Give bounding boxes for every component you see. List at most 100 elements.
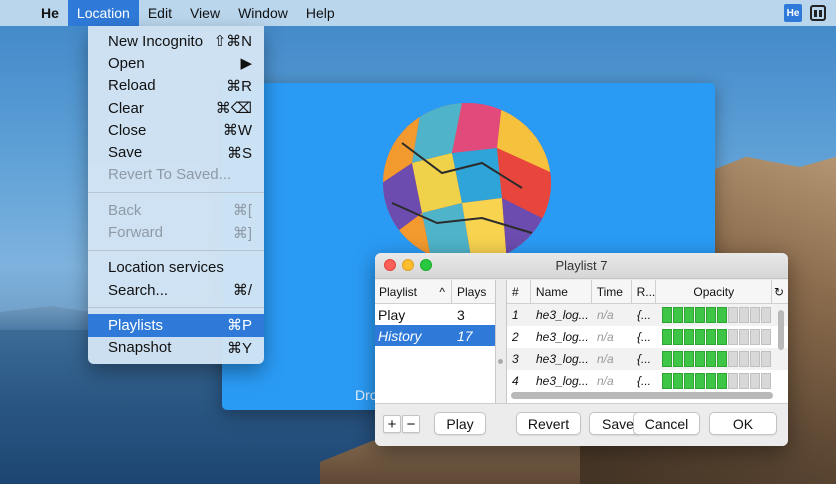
- menu-item-label: Forward: [108, 224, 164, 242]
- location-menu: New Incognito ⇧⌘N Open ▶ Reload ⌘R Clear…: [88, 26, 264, 364]
- opacity-segment: [706, 329, 716, 345]
- revert-button[interactable]: Revert: [516, 412, 581, 435]
- item-row[interactable]: 3 he3_log... n/a {...: [507, 348, 788, 370]
- menu-item-back: Back ⌘[: [88, 199, 264, 221]
- item-time: n/a: [597, 308, 614, 322]
- playlist-row[interactable]: History 17: [375, 325, 495, 346]
- item-r: {...: [637, 330, 652, 344]
- item-row[interactable]: 2 he3_log... n/a {...: [507, 326, 788, 348]
- menu-item-search[interactable]: Search... ⌘/: [88, 279, 264, 301]
- menu-location[interactable]: Location: [67, 0, 139, 26]
- opacity-segment: [750, 351, 760, 367]
- menu-item-revert-to-saved: Revert To Saved...: [88, 164, 264, 186]
- playlist-plays: 3: [457, 306, 465, 323]
- opacity-segment: [717, 351, 727, 367]
- menu-item-label: Save: [108, 144, 143, 162]
- menu-item-forward: Forward ⌘]: [88, 221, 264, 243]
- opacity-segment: [728, 373, 738, 389]
- item-time: n/a: [597, 352, 614, 366]
- menu-item-shortcut: ⌘[: [232, 202, 252, 220]
- opacity-segment: [706, 373, 716, 389]
- opacity-segment: [684, 373, 694, 389]
- item-name: he3_log...: [536, 308, 589, 322]
- vertical-scrollbar[interactable]: [778, 310, 784, 350]
- item-row[interactable]: 1 he3_log... n/a {...: [507, 304, 788, 326]
- menubar-status-area: He: [784, 0, 836, 26]
- item-row[interactable]: 4 he3_log... n/a {...: [507, 370, 788, 392]
- column-header-playlist[interactable]: Playlist ^: [375, 280, 452, 303]
- apple-menu-icon[interactable]: [0, 0, 32, 26]
- column-header-number[interactable]: #: [507, 280, 531, 303]
- opacity-level-indicator[interactable]: [657, 351, 773, 367]
- play-button[interactable]: Play: [434, 412, 486, 435]
- item-r: {...: [637, 352, 652, 366]
- menu-item-label: Playlists: [108, 316, 164, 334]
- menu-item-close[interactable]: Close ⌘W: [88, 119, 264, 141]
- menu-item-clear[interactable]: Clear ⌘⌫: [88, 97, 264, 119]
- menu-item-label: Search...: [108, 281, 169, 299]
- menu-window[interactable]: Window: [229, 0, 297, 26]
- opacity-level-indicator[interactable]: [657, 329, 773, 345]
- opacity-level-indicator[interactable]: [657, 373, 773, 389]
- menu-item-shortcut: ⌘Y: [226, 339, 252, 357]
- opacity-segment: [673, 329, 683, 345]
- opacity-level-indicator[interactable]: [657, 307, 773, 323]
- items-table-header: # Name Time R... Opacity ↻: [507, 280, 788, 304]
- column-header-opacity[interactable]: Opacity: [656, 280, 773, 303]
- column-header-r[interactable]: R...: [632, 280, 657, 303]
- opacity-segment: [695, 329, 705, 345]
- menu-item-shortcut: ⌘S: [226, 144, 252, 162]
- app-menu[interactable]: He: [32, 0, 68, 26]
- opacity-segment: [761, 351, 771, 367]
- menu-item-shortcut: ⌘R: [226, 77, 252, 95]
- item-name: he3_log...: [536, 352, 589, 366]
- playlist-row[interactable]: Play 3: [375, 304, 495, 325]
- menu-help[interactable]: Help: [297, 0, 344, 26]
- column-header-plays[interactable]: Plays: [452, 285, 486, 299]
- playlist-name: Play: [378, 306, 406, 323]
- opacity-segment: [761, 307, 771, 323]
- opacity-segment: [695, 351, 705, 367]
- menu-item-location-services[interactable]: Location services: [88, 257, 264, 279]
- playlists-table: Playlist ^ Plays Play 3 History 17: [375, 280, 496, 403]
- menu-item-playlists[interactable]: Playlists ⌘P: [88, 314, 264, 337]
- opacity-segment: [761, 373, 771, 389]
- menu-item-label: Clear: [108, 99, 144, 117]
- cancel-button[interactable]: Cancel: [633, 412, 700, 435]
- add-playlist-button[interactable]: +: [383, 415, 401, 433]
- menu-item-label: Location services: [108, 259, 224, 277]
- opacity-segment: [695, 373, 705, 389]
- menu-bar: He Location Edit View Window Help He: [0, 0, 836, 26]
- item-time: n/a: [597, 374, 614, 388]
- opacity-segment: [662, 307, 672, 323]
- item-name: he3_log...: [536, 330, 589, 344]
- menu-item-shortcut: ⌘]: [232, 224, 252, 242]
- menu-item-save[interactable]: Save ⌘S: [88, 141, 264, 163]
- ok-button[interactable]: OK: [709, 412, 777, 435]
- menu-view[interactable]: View: [181, 0, 229, 26]
- opacity-segment: [739, 351, 749, 367]
- menu-item-shortcut: ⌘⌫: [215, 100, 252, 118]
- menu-item-label: Snapshot: [108, 339, 172, 357]
- refresh-icon[interactable]: ↻: [772, 280, 788, 303]
- opacity-segment: [717, 307, 727, 323]
- opacity-segment: [673, 307, 683, 323]
- calendar-status-icon[interactable]: [810, 5, 826, 21]
- column-header-time[interactable]: Time: [592, 280, 632, 303]
- menu-edit[interactable]: Edit: [139, 0, 181, 26]
- he-status-icon[interactable]: He: [784, 4, 802, 22]
- playlist-bottom-bar: + − Play Revert Save Cancel OK: [375, 403, 788, 446]
- playlist-titlebar[interactable]: Playlist 7: [375, 253, 788, 279]
- items-table: # Name Time R... Opacity ↻ 1 he3_log... n/…: [506, 280, 788, 403]
- horizontal-scrollbar[interactable]: [511, 392, 773, 399]
- column-header-name[interactable]: Name: [531, 280, 592, 303]
- menu-item-open[interactable]: Open ▶: [88, 52, 264, 74]
- menu-item-reload[interactable]: Reload ⌘R: [88, 75, 264, 97]
- menu-item-new-incognito[interactable]: New Incognito ⇧⌘N: [88, 30, 264, 52]
- item-r: {...: [637, 308, 652, 322]
- split-view-divider-handle[interactable]: [498, 359, 503, 364]
- item-number: 4: [512, 374, 519, 388]
- menu-item-snapshot[interactable]: Snapshot ⌘Y: [88, 337, 264, 359]
- remove-playlist-button[interactable]: −: [402, 415, 420, 433]
- item-time: n/a: [597, 330, 614, 344]
